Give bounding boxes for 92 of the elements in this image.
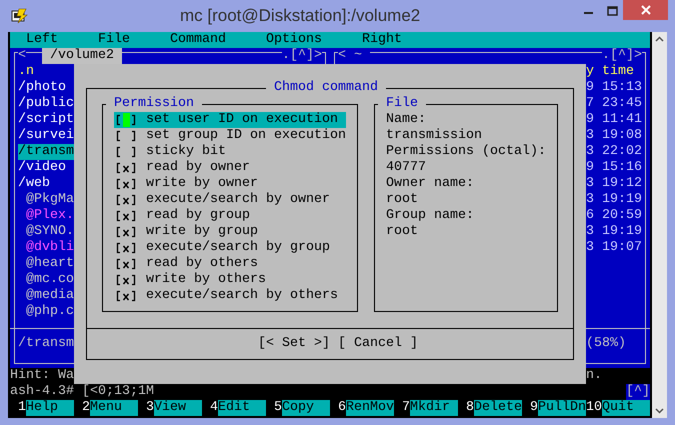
panel-footer: /transm — [18, 336, 74, 352]
key-number: 8 — [465, 400, 474, 416]
time-cell: 3 19:07 — [586, 240, 642, 256]
time-cell: 6 20:59 — [586, 208, 642, 224]
permission-option[interactable]: read by others — [114, 256, 346, 272]
close-icon — [640, 5, 650, 15]
dialog-button[interactable]: [< Set >] — [258, 336, 330, 352]
file-entry[interactable]: /public — [18, 96, 74, 112]
permission-option[interactable]: read by group — [114, 208, 346, 224]
function-key[interactable]: Edit — [218, 400, 266, 416]
key-number: 5 — [273, 400, 282, 416]
permission-option[interactable]: write by owner — [114, 176, 346, 192]
scrollbar[interactable] — [652, 32, 667, 418]
function-key[interactable]: RenMov — [346, 400, 394, 416]
checkbox[interactable] — [114, 208, 138, 224]
key-number: 3 — [145, 400, 154, 416]
shell-prompt: ash-4.3# — [10, 384, 74, 400]
dialog-button[interactable]: [ Cancel ] — [338, 336, 418, 352]
panel-path: /volume2 — [42, 48, 122, 64]
time-cell: 3 19:19 — [586, 192, 642, 208]
function-key[interactable]: Menu — [90, 400, 138, 416]
file-info: 40777 — [386, 160, 427, 176]
checkbox[interactable] — [114, 176, 138, 192]
file-entry[interactable]: /script — [18, 112, 74, 128]
checkbox[interactable] — [114, 240, 138, 256]
function-key[interactable]: View — [154, 400, 202, 416]
file-info: Permissions (octal): — [386, 144, 547, 160]
function-key[interactable]: Help — [26, 400, 74, 416]
checkbox[interactable] — [114, 112, 138, 128]
function-key[interactable]: Mkdir — [410, 400, 458, 416]
checkbox[interactable] — [114, 256, 138, 272]
menu-item[interactable]: Command — [170, 32, 226, 48]
time-cell: 9 15:16 — [586, 160, 642, 176]
function-key[interactable]: Quit — [602, 400, 650, 416]
checkbox[interactable] — [114, 272, 138, 288]
hint-text: n. — [586, 368, 602, 384]
file-entry[interactable]: @PkgMa — [26, 192, 74, 208]
window-title: mc [root@Diskstation]:/volume2 — [180, 6, 420, 26]
function-key[interactable]: Delete — [474, 400, 522, 416]
permission-option[interactable]: write by others — [114, 272, 346, 288]
function-key[interactable]: Copy — [282, 400, 330, 416]
key-number: 9 — [529, 400, 538, 416]
menu-item[interactable]: Right — [362, 32, 402, 48]
scroll-down-icon[interactable] — [655, 408, 664, 414]
menu-item[interactable]: File — [98, 32, 130, 48]
file-info: Group name: — [386, 208, 475, 224]
key-number: 10 — [586, 400, 602, 416]
checkbox[interactable] — [114, 160, 138, 176]
menu-item[interactable]: Options — [266, 32, 322, 48]
key-number: 4 — [209, 400, 218, 416]
time-cell: 3 22:02 — [586, 144, 642, 160]
file-info: root — [386, 224, 419, 240]
app-icon — [10, 7, 28, 25]
time-cell: 9 15:13 — [586, 80, 642, 96]
key-number: 2 — [81, 400, 90, 416]
checkbox[interactable] — [114, 224, 138, 240]
time-cell: 7 23:45 — [586, 96, 642, 112]
scroll-up-icon[interactable] — [655, 36, 664, 42]
permission-option[interactable]: execute/search by others — [114, 288, 346, 304]
permission-option[interactable]: sticky bit — [114, 144, 346, 160]
column-heading: y time — [586, 64, 634, 80]
checkbox[interactable] — [114, 128, 138, 144]
function-key[interactable]: PullDn — [538, 400, 586, 416]
file-info: root — [386, 192, 419, 208]
time-cell: 3 19:12 — [586, 176, 642, 192]
key-number: 6 — [337, 400, 346, 416]
file-entry[interactable]: @php.c — [26, 304, 74, 320]
permission-option[interactable]: set user ID on execution — [114, 112, 346, 128]
permission-option[interactable]: write by group — [114, 224, 346, 240]
history-button[interactable]: [^] — [626, 384, 650, 400]
file-info: Owner name: — [386, 176, 475, 192]
permission-option[interactable]: execute/search by owner — [114, 192, 346, 208]
time-cell: 3 19:19 — [586, 224, 642, 240]
command-input[interactable]: [<0;13;1M — [82, 384, 162, 400]
checkbox[interactable] — [114, 192, 138, 208]
key-number: 1 — [17, 400, 26, 416]
time-cell: 9 11:41 — [586, 112, 642, 128]
file-info: transmission — [386, 128, 483, 144]
hint-text: Hint: Wa — [10, 368, 74, 384]
checkbox[interactable] — [114, 144, 138, 160]
permission-option[interactable]: execute/search by group — [114, 240, 346, 256]
checkbox[interactable] — [114, 288, 138, 304]
permission-option[interactable]: set group ID on execution — [114, 128, 346, 144]
close-button[interactable] — [623, 0, 668, 20]
panel-marker[interactable]: .[^]> — [602, 48, 642, 64]
file-info: Name: — [386, 112, 427, 128]
permission-option[interactable]: read by owner — [114, 160, 346, 176]
panel-marker[interactable]: .[^]> — [282, 48, 322, 64]
file-entry[interactable]: /transm — [18, 144, 74, 160]
menu-item[interactable]: Left — [26, 32, 58, 48]
key-number: 7 — [401, 400, 410, 416]
time-cell: 3 19:08 — [586, 128, 642, 144]
